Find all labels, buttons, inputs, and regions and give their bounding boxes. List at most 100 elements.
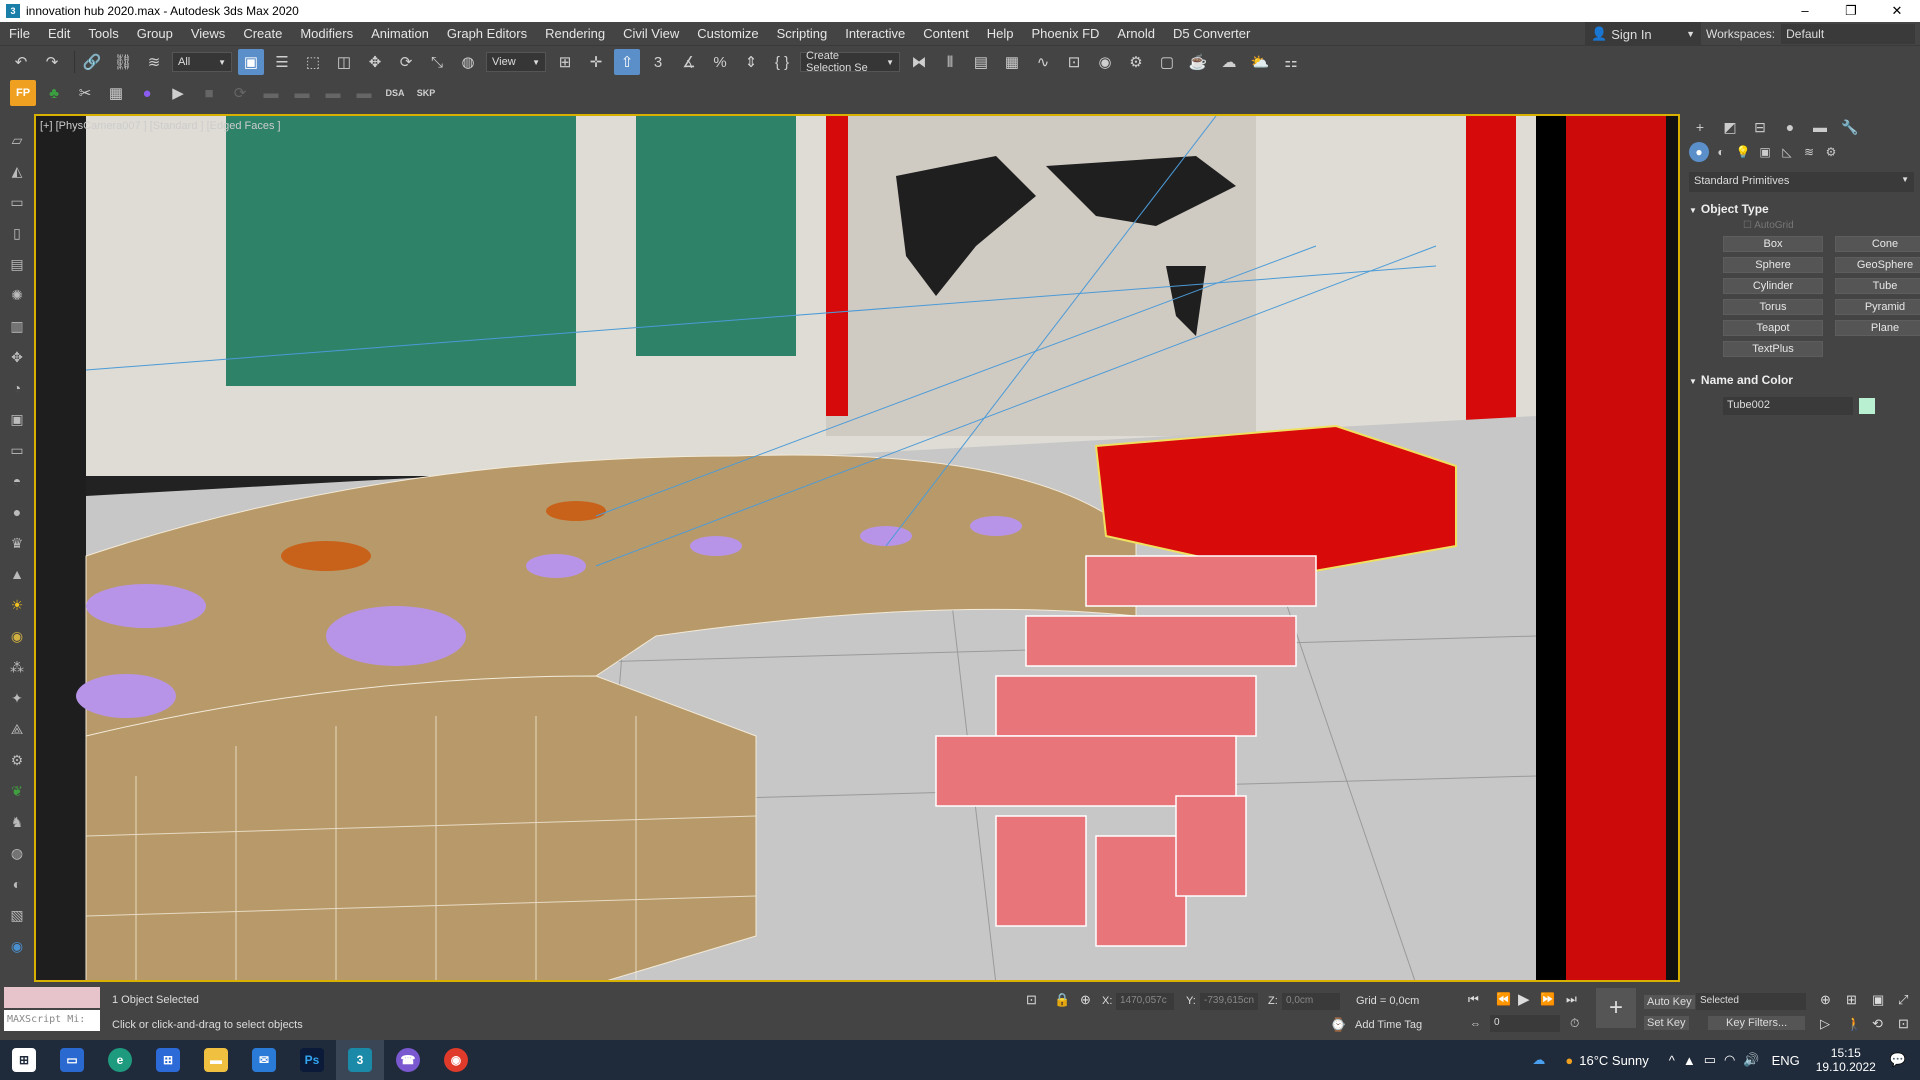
create-plant-icon[interactable]: ❦ — [4, 778, 30, 804]
cylinder-button[interactable]: Cylinder — [1723, 278, 1823, 294]
geosphere-button[interactable]: GeoSphere — [1835, 257, 1920, 273]
onedrive-icon[interactable]: ☁ — [1532, 1052, 1545, 1068]
keyboard-shortcut-override-icon[interactable]: ⇧ — [614, 49, 640, 75]
cone-button[interactable]: Cone — [1835, 236, 1920, 252]
create-triangle-icon[interactable]: ⟁ — [4, 716, 30, 742]
spacewarps-icon[interactable]: ≋ — [1799, 142, 1819, 162]
reference-coordinate-dropdown[interactable]: View ▼ — [486, 52, 546, 72]
menu-arnold[interactable]: Arnold — [1108, 26, 1164, 41]
minimize-button[interactable]: – — [1782, 0, 1828, 22]
menu-modifiers[interactable]: Modifiers — [291, 26, 362, 41]
create-plane-icon[interactable]: ▭ — [4, 189, 30, 215]
stop-icon[interactable]: ■ — [196, 80, 222, 106]
maximize-button[interactable]: ❐ — [1828, 0, 1874, 22]
previous-frame-icon[interactable]: ⏪ — [1496, 992, 1511, 1006]
lock-icon[interactable]: 🔒 — [1054, 992, 1070, 1008]
menu-animation[interactable]: Animation — [362, 26, 438, 41]
auto-key-button[interactable]: Auto Key — [1644, 995, 1695, 1009]
spinner-snap-icon[interactable]: ⇕ — [738, 49, 764, 75]
z-coordinate-field[interactable]: 0,0cm — [1282, 993, 1340, 1010]
tray-app-icon[interactable]: ▲ — [1683, 1053, 1696, 1068]
sign-in-dropdown[interactable]: 👤 Sign In ▼ — [1585, 22, 1701, 46]
create-helper-icon[interactable]: ✥ — [4, 344, 30, 370]
curve-editor-icon[interactable]: ∿ — [1030, 49, 1056, 75]
key-selection-dropdown[interactable]: Selected — [1696, 993, 1806, 1010]
textplus-button[interactable]: TextPlus — [1723, 341, 1823, 357]
set-key-button[interactable]: Set Key — [1644, 1016, 1689, 1030]
create-door-icon[interactable]: ▯ — [4, 220, 30, 246]
menu-views[interactable]: Views — [182, 26, 234, 41]
viber-button[interactable]: ☎ — [384, 1040, 432, 1080]
edge-button[interactable]: e — [96, 1040, 144, 1080]
3dsmax-button[interactable]: 3 — [336, 1040, 384, 1080]
render-cloud-icon[interactable]: ⛅ — [1247, 49, 1273, 75]
zoom-all-icon[interactable]: ⊞ — [1846, 992, 1857, 1008]
camera-add-icon[interactable]: ▬ — [289, 80, 315, 106]
dsa-button[interactable]: DSA — [382, 80, 408, 106]
create-shape-icon[interactable]: ◔ — [4, 375, 30, 401]
menu-tools[interactable]: Tools — [79, 26, 127, 41]
object-name-input[interactable]: Tube002 — [1723, 397, 1853, 415]
plane-button[interactable]: Plane — [1835, 320, 1920, 336]
create-particles-icon[interactable]: ⁂ — [4, 654, 30, 680]
material-editor-icon[interactable]: ◉ — [1092, 49, 1118, 75]
key-mode-icon[interactable]: ⇔ — [1470, 1018, 1481, 1030]
bind-space-warp-icon[interactable]: ≋ — [141, 49, 167, 75]
select-object-icon[interactable]: ▣ — [238, 49, 264, 75]
mail-button[interactable]: ✉ — [240, 1040, 288, 1080]
link-icon[interactable]: 🔗 — [79, 49, 105, 75]
set-key-big-icon[interactable]: + — [1596, 988, 1636, 1028]
task-view-button[interactable]: ▭ — [48, 1040, 96, 1080]
create-horse-icon[interactable]: ♞ — [4, 809, 30, 835]
create-gear-icon[interactable]: ⚙ — [4, 747, 30, 773]
motion-tab-icon[interactable]: ● — [1777, 116, 1803, 138]
create-disc-icon[interactable]: ◉ — [4, 623, 30, 649]
rendered-frame-icon[interactable]: ▢ — [1154, 49, 1180, 75]
tools-icon[interactable]: ✂ — [72, 80, 98, 106]
play-animation-icon[interactable]: ▶ — [1518, 990, 1530, 1008]
volume-icon[interactable]: 🔊 — [1743, 1052, 1759, 1068]
systems-icon[interactable]: ⚙ — [1821, 142, 1841, 162]
tube-button[interactable]: Tube — [1835, 278, 1920, 294]
zoom-extents-icon[interactable]: ▣ — [1872, 992, 1884, 1008]
time-configuration-icon[interactable]: ⏱ — [1570, 1016, 1579, 1031]
create-globe-icon[interactable]: ◐ — [4, 871, 30, 897]
modify-tab-icon[interactable]: ◩ — [1717, 116, 1743, 138]
menu-interactive[interactable]: Interactive — [836, 26, 914, 41]
menu-help[interactable]: Help — [978, 26, 1023, 41]
menu-content[interactable]: Content — [914, 26, 978, 41]
camera-icon[interactable]: ▬ — [258, 80, 284, 106]
isolate-icon[interactable]: ⊡ — [1026, 992, 1037, 1008]
menu-d5-converter[interactable]: D5 Converter — [1164, 26, 1259, 41]
notification-icon[interactable]: 💬 — [1890, 1052, 1906, 1068]
menu-file[interactable]: File — [0, 26, 39, 41]
go-to-start-icon[interactable]: ⏮ — [1468, 992, 1479, 1007]
explorer-button[interactable]: ▬ — [192, 1040, 240, 1080]
create-mesh-icon[interactable]: ◍ — [4, 840, 30, 866]
snaps-toggle-icon[interactable]: 3 — [645, 49, 671, 75]
move-icon[interactable]: ✥ — [362, 49, 388, 75]
orbit-icon[interactable]: ⟲ — [1872, 1016, 1883, 1032]
skp-button[interactable]: SKP — [413, 80, 439, 106]
plugin-p-icon[interactable]: ● — [134, 80, 160, 106]
render-online-icon[interactable]: ⚏ — [1278, 49, 1304, 75]
create-cone-icon[interactable]: ◭ — [4, 158, 30, 184]
viewport-perspective[interactable]: [+] [PhysCamera007 ] [Standard ] [Edged … — [34, 114, 1680, 982]
display-tab-icon[interactable]: ▬ — [1807, 116, 1833, 138]
undo-icon[interactable]: ↶ — [8, 49, 34, 75]
photoshop-button[interactable]: Ps — [288, 1040, 336, 1080]
create-sun-icon[interactable]: ☀ — [4, 592, 30, 618]
viewport-label[interactable]: [+] [PhysCamera007 ] [Standard ] [Edged … — [40, 120, 281, 132]
place-icon[interactable]: ◍ — [455, 49, 481, 75]
network-icon[interactable]: ▭ — [1704, 1052, 1716, 1068]
layer-explorer-icon[interactable]: ▤ — [968, 49, 994, 75]
create-crown-icon[interactable]: ♛ — [4, 530, 30, 556]
maxscript-input[interactable]: MAXScript Mi: — [4, 1010, 100, 1031]
language-indicator[interactable]: ENG — [1772, 1053, 1800, 1068]
add-time-tag-button[interactable]: Add Time Tag — [1355, 1019, 1422, 1031]
menu-create[interactable]: Create — [234, 26, 291, 41]
mirror-icon[interactable]: ⧓ — [906, 49, 932, 75]
x-coordinate-field[interactable]: 1470,057c — [1116, 993, 1174, 1010]
create-rect-icon[interactable]: ▭ — [4, 437, 30, 463]
camera-settings-icon[interactable]: ▬ — [351, 80, 377, 106]
